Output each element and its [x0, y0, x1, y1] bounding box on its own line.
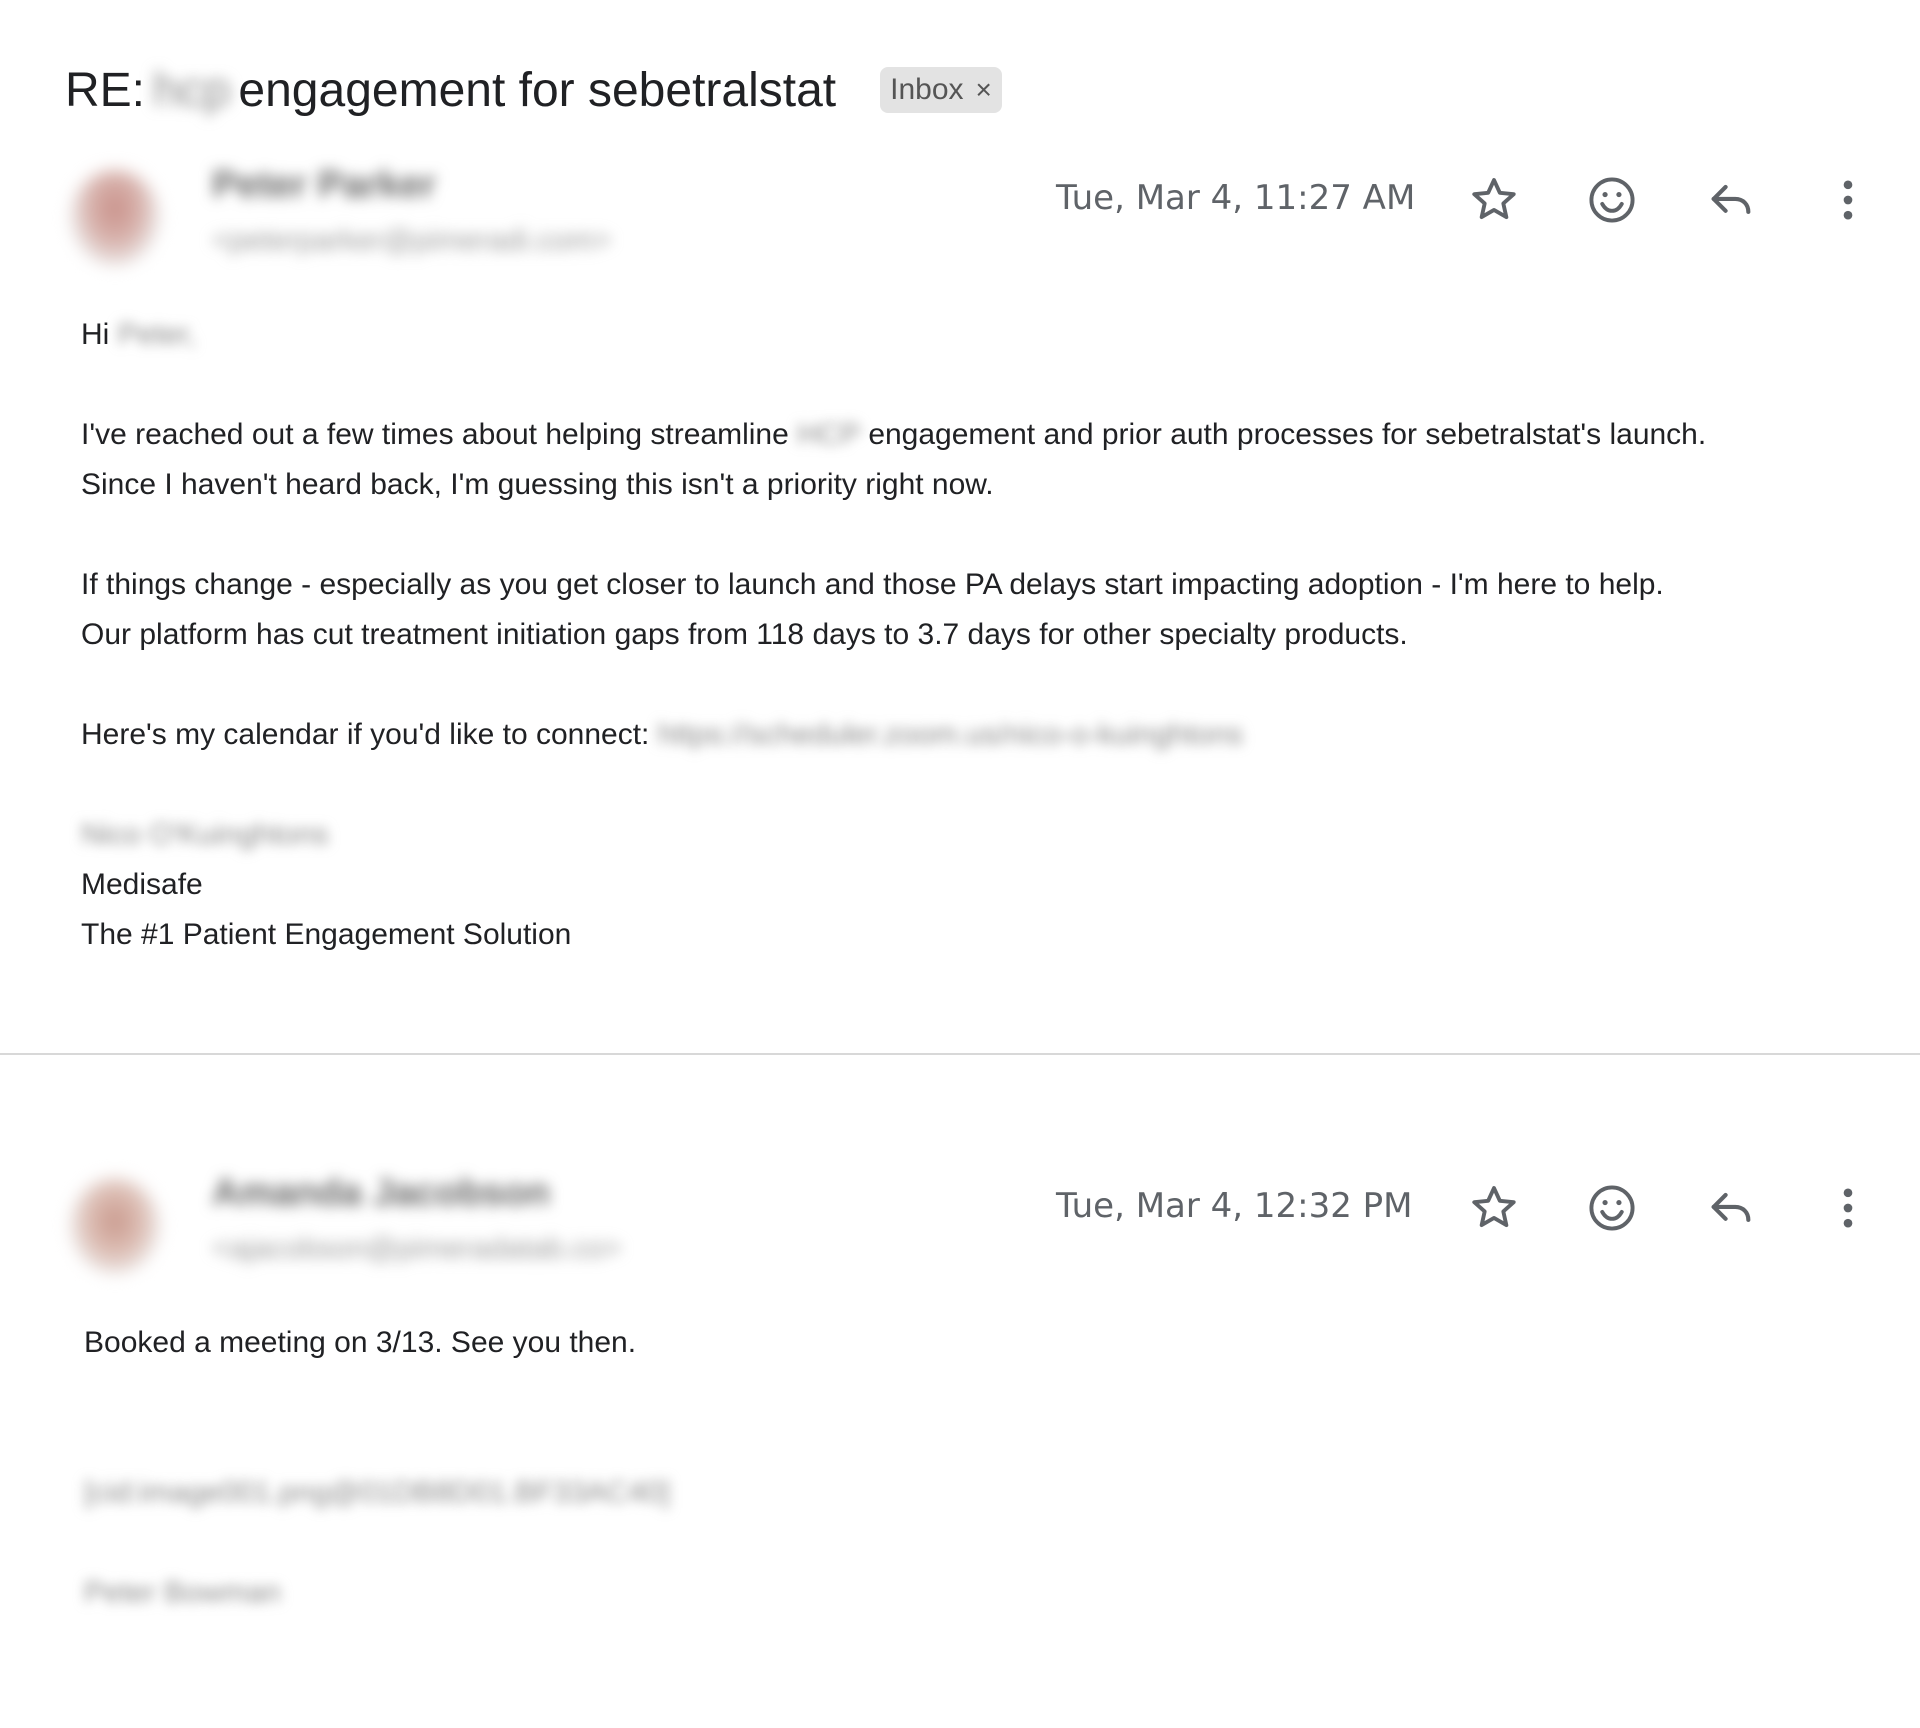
sender-email: <peterparker@pimeradi.com> — [212, 224, 611, 257]
timestamp: Tue, Mar 4, 11:27 AM — [1056, 178, 1416, 218]
reply-icon[interactable] — [1701, 170, 1761, 230]
p1-text-b: engagement and prior auth processes for … — [868, 418, 1707, 451]
p1-text-a: I've reached out a few times about helpi… — [81, 418, 789, 451]
star-icon[interactable] — [1464, 1178, 1524, 1238]
emoji-icon[interactable] — [1582, 1178, 1642, 1238]
signature: Nico O'Kuinghtons Medisafe The #1 Patien… — [81, 810, 1871, 960]
inbox-label-chip: Inbox × — [880, 67, 1002, 113]
sender-name[interactable]: Amanda Jacobson — [212, 1172, 550, 1215]
more-vert-icon[interactable] — [1818, 170, 1878, 230]
p1-redacted: HCP — [797, 418, 860, 451]
reply-icon[interactable] — [1701, 1178, 1761, 1238]
signature-company: Medisafe — [81, 868, 203, 901]
message-divider — [0, 1053, 1920, 1055]
subject-suffix: engagement for sebetralstat — [238, 63, 837, 117]
inline-image-reference: [cid:image001.png@01DB8D01.BF33AC40] — [84, 1476, 670, 1509]
body-line: Booked a meeting on 3/13. See you then. — [84, 1326, 637, 1359]
p3-text: Here's my calendar if you'd like to conn… — [81, 718, 650, 751]
sender-email: <ajacobson@pimeradatab.co> — [212, 1232, 622, 1265]
greeting-word: Hi — [81, 318, 110, 351]
avatar[interactable] — [70, 170, 160, 266]
thread-header: RE: hcp engagement for sebetralstat Inbox … — [65, 60, 1002, 120]
paragraph-3: Here's my calendar if you'd like to conn… — [81, 710, 1871, 760]
subject-prefix: RE: — [65, 63, 146, 117]
subject-redacted: hcp — [153, 63, 231, 117]
subject: RE: hcp engagement for sebetralstat — [65, 63, 836, 118]
sender-name[interactable]: Peter Parker — [212, 164, 436, 207]
more-vert-icon[interactable] — [1818, 1178, 1878, 1238]
p2-text-a: If things change - especially as you get… — [81, 568, 1664, 601]
signature-tagline: The #1 Patient Engagement Solution — [81, 918, 572, 951]
star-icon[interactable] — [1464, 170, 1524, 230]
greeting: Hi Peter, — [81, 310, 1871, 360]
message-body: Booked a meeting on 3/13. See you then. … — [84, 1318, 1784, 1618]
signature-name: Peter Bowman — [84, 1576, 281, 1609]
label-text: Inbox — [890, 73, 964, 106]
timestamp: Tue, Mar 4, 12:32 PM — [1056, 1186, 1413, 1226]
p1-text-c: Since I haven't heard back, I'm guessing… — [81, 468, 994, 501]
emoji-icon[interactable] — [1582, 170, 1642, 230]
remove-label-icon[interactable]: × — [976, 74, 992, 106]
avatar[interactable] — [70, 1178, 160, 1274]
p2-text-b: Our platform has cut treatment initiatio… — [81, 618, 1408, 651]
signature-name: Nico O'Kuinghtons — [81, 818, 329, 851]
paragraph-2: If things change - especially as you get… — [81, 560, 1871, 660]
greeting-name: Peter, — [117, 318, 197, 351]
message-body: Hi Peter, I've reached out a few times a… — [81, 310, 1871, 1010]
calendar-link[interactable]: https://scheduler.zoom.us/nico-o-kuinght… — [658, 718, 1243, 751]
paragraph-1: I've reached out a few times about helpi… — [81, 410, 1871, 510]
